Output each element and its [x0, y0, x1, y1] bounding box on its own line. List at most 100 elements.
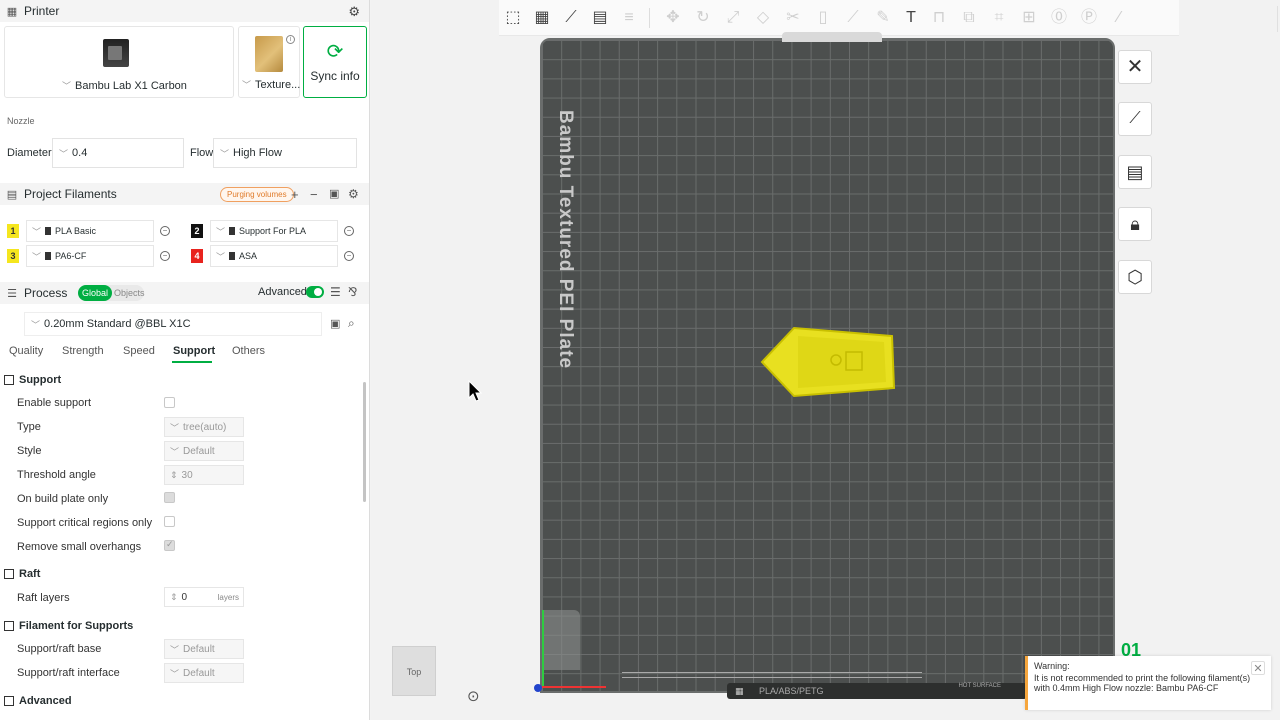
filament-supports-group-title: Filament for Supports — [4, 620, 133, 632]
printer-section-header: ▦ Printer ⚙ — [0, 0, 369, 22]
color-paint-icon[interactable]: ✎ — [873, 8, 893, 28]
flow-dropdown[interactable]: ﹀ High Flow — [213, 138, 357, 168]
view-cube[interactable]: Top — [392, 646, 436, 696]
filament-row[interactable]: 1 ﹀ PLA Basic − — [7, 220, 170, 242]
active-tab-indicator — [172, 361, 212, 363]
list-icon[interactable]: ☰ — [330, 285, 341, 299]
move-icon[interactable]: ✥ — [663, 8, 683, 28]
filament-row[interactable]: 4 ﹀ ASA − — [191, 245, 354, 267]
diameter-dropdown[interactable]: ﹀ 0.4 — [52, 138, 184, 168]
add-icon[interactable]: + — [291, 187, 299, 202]
plate-label: Bambu Textured PEI Plate — [555, 110, 576, 370]
plate-layout-icon[interactable]: ▤ — [1118, 155, 1152, 189]
plate-name[interactable]: ﹀ Texture... — [242, 78, 300, 91]
lay-on-face-icon[interactable]: ◇ — [753, 8, 773, 28]
enable-support-label: Enable support — [17, 397, 91, 409]
measure-icon[interactable]: ⊓ — [929, 8, 949, 28]
add-cube-icon[interactable]: ⬚ — [503, 8, 523, 28]
remove-icon[interactable]: − — [310, 187, 318, 202]
global-toggle[interactable]: Global — [78, 285, 112, 301]
camera-view-icon[interactable]: ⊙ — [467, 687, 480, 705]
filament-dropdown[interactable]: ﹀ Support For PLA — [210, 220, 338, 242]
cut-icon[interactable]: ✂ — [783, 8, 803, 28]
rotate-icon[interactable]: ↻ — [693, 8, 713, 28]
filament-dropdown[interactable]: ﹀ PLA Basic — [26, 220, 154, 242]
enable-support-checkbox[interactable] — [164, 397, 175, 408]
auto-orient-icon[interactable]: ⟋ — [561, 8, 581, 28]
boolean-icon[interactable]: ⧉ — [959, 8, 979, 28]
tab-strength[interactable]: Strength — [62, 345, 104, 357]
settings-scrollbar[interactable] — [363, 382, 366, 502]
3d-viewport[interactable]: ⬚ ▦ ⟋ ▤ ≡ ✥ ↻ ⤢ ◇ ✂ ▯ ⟋ ✎ T ⊓ ⧉ ⌗ ⊞ ⓪ Ⓟ … — [371, 0, 1280, 720]
seam-paint-icon[interactable]: ⟋ — [843, 8, 863, 28]
advanced-switch[interactable] — [306, 286, 324, 298]
split-icon[interactable]: ≡ — [619, 8, 639, 28]
remove-filament-icon[interactable]: − — [344, 251, 354, 261]
support-paint-icon[interactable]: ▯ — [813, 8, 833, 28]
global-objects-toggle[interactable]: Global Objects — [78, 285, 145, 301]
support-type-dropdown[interactable]: ﹀ tree(auto) — [164, 417, 244, 437]
build-plate[interactable]: Bambu Textured PEI Plate ▦ PLA/ABS/PETG … — [534, 32, 1115, 699]
close-icon[interactable]: ✕ — [1251, 661, 1265, 675]
tab-speed[interactable]: Speed — [123, 345, 155, 357]
sync-info-button[interactable]: ⟳ Sync info — [303, 26, 367, 98]
plate-type-label: PLA/ABS/PETG — [759, 686, 824, 696]
filament-dropdown[interactable]: ﹀ PA6-CF — [26, 245, 154, 267]
objects-toggle[interactable]: Objects — [114, 285, 145, 301]
remove-filament-icon[interactable]: − — [344, 226, 354, 236]
raft-layers-stepper[interactable]: ⇕ 0 layers — [164, 587, 244, 607]
remove-filament-icon[interactable]: − — [160, 226, 170, 236]
info-icon[interactable]: i — [286, 35, 295, 44]
threshold-angle-stepper[interactable]: ⇕ 30 — [164, 465, 244, 485]
printer-thumbnail — [103, 39, 129, 67]
critical-regions-checkbox[interactable] — [164, 516, 175, 527]
support-interface-dropdown[interactable]: ﹀ Default — [164, 663, 244, 683]
threshold-angle-label: Threshold angle — [17, 469, 96, 481]
support-base-dropdown[interactable]: ﹀ Default — [164, 639, 244, 659]
filament-dropdown[interactable]: ﹀ ASA — [210, 245, 338, 267]
filament-row[interactable]: 3 ﹀ PA6-CF − — [7, 245, 170, 267]
advanced-icon — [4, 696, 14, 706]
scale-icon[interactable]: ⤢ — [723, 8, 743, 28]
search-icon[interactable]: ⌕ — [348, 316, 355, 331]
text-icon[interactable]: T — [901, 8, 921, 28]
model-object[interactable] — [758, 322, 898, 402]
tab-others[interactable]: Others — [232, 345, 265, 357]
remove-overhangs-checkbox[interactable] — [164, 539, 175, 551]
diameter-label: Diameter — [7, 147, 52, 159]
tab-support[interactable]: Support — [173, 345, 215, 357]
tab-quality[interactable]: Quality — [9, 345, 43, 357]
filament-number-badge[interactable]: 2 — [191, 224, 203, 238]
filament-name: ASA — [239, 251, 258, 261]
process-preset-dropdown[interactable]: ﹀ 0.20mm Standard @BBL X1C — [24, 312, 322, 336]
brush-icon[interactable]: ⁄ — [1109, 8, 1129, 28]
build-plate-only-checkbox[interactable] — [164, 492, 175, 503]
lock-icon[interactable]: 🔒︎ — [1118, 207, 1152, 241]
variable-layer-icon[interactable]: ⓪ — [1049, 8, 1069, 28]
filament-number-badge[interactable]: 3 — [7, 249, 19, 263]
remove-filament-icon[interactable]: − — [160, 251, 170, 261]
compare-icon[interactable]: ⅋ — [348, 285, 357, 299]
save-icon[interactable]: ▣ — [329, 187, 339, 200]
advanced-group-title: Advanced — [4, 695, 72, 707]
gear-icon[interactable]: ⚙ — [348, 187, 359, 201]
assembly-icon[interactable]: ⌗ — [989, 8, 1009, 28]
printer-name[interactable]: ﹀ Bambu Lab X1 Carbon — [62, 79, 187, 92]
critical-regions-label: Support critical regions only — [17, 517, 153, 529]
chevron-down-icon: ﹀ — [32, 226, 42, 237]
close-view-button[interactable]: ✕ — [1118, 50, 1152, 84]
auto-arrange-icon[interactable]: ⟋ — [1118, 102, 1152, 136]
mouse-cursor-icon — [468, 380, 482, 402]
purging-volumes-button[interactable]: Purging volumes — [220, 187, 294, 202]
emboss-icon[interactable]: ⊞ — [1019, 8, 1039, 28]
filament-row[interactable]: 2 ﹀ Support For PLA − — [191, 220, 354, 242]
filament-number-badge[interactable]: 1 — [7, 224, 19, 238]
arrange-grid-icon[interactable]: ▦ — [532, 8, 552, 28]
plate-settings-icon[interactable]: Ⓟ — [1079, 8, 1099, 28]
save-preset-icon[interactable]: ▣ — [330, 317, 340, 330]
gear-icon[interactable]: ⚙ — [348, 4, 360, 20]
plate-settings-icon[interactable]: ⬡ — [1118, 260, 1152, 294]
support-style-dropdown[interactable]: ﹀ Default — [164, 441, 244, 461]
layout-icon[interactable]: ▤ — [590, 8, 610, 28]
filament-number-badge[interactable]: 4 — [191, 249, 203, 263]
